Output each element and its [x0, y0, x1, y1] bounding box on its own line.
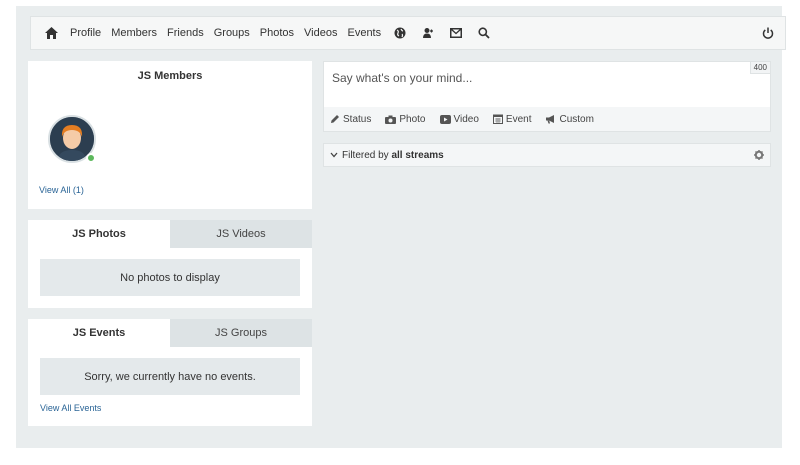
tab-photos[interactable]: JS Photos: [28, 220, 170, 248]
filter-prefix: Filtered by: [342, 149, 389, 161]
nav-friends[interactable]: Friends: [162, 17, 209, 49]
no-photos-message: No photos to display: [40, 259, 300, 296]
search-icon[interactable]: [470, 17, 498, 49]
photo-label: Photo: [399, 113, 426, 125]
play-icon: [439, 114, 451, 124]
nav-videos[interactable]: Videos: [299, 17, 342, 49]
events-groups-tabbar: JS Events JS Groups: [28, 319, 312, 347]
photos-videos-tabbar: JS Photos JS Videos: [28, 220, 312, 248]
nav-members[interactable]: Members: [106, 17, 162, 49]
chevron-down-icon: [330, 152, 338, 158]
filter-value: all streams: [391, 149, 444, 161]
page-frame: Profile Members Friends Groups Photos Vi…: [16, 6, 786, 448]
members-panel: JS Members View All (1): [28, 61, 312, 209]
friend-requests-icon[interactable]: [414, 17, 442, 49]
view-all-members-link[interactable]: View All (1): [39, 185, 84, 195]
tab-groups[interactable]: JS Groups: [170, 319, 312, 347]
status-label: Status: [343, 113, 372, 125]
calendar-icon: [492, 114, 503, 124]
status-input[interactable]: Say what's on your mind...: [332, 71, 472, 85]
video-button[interactable]: Video: [439, 113, 479, 125]
power-icon[interactable]: [753, 17, 783, 49]
status-button[interactable]: Status: [330, 114, 371, 125]
no-events-message: Sorry, we currently have no events.: [40, 358, 300, 395]
filter-label: Filtered by all streams: [342, 150, 444, 161]
megaphone-icon: [546, 115, 555, 124]
nav-groups[interactable]: Groups: [209, 17, 255, 49]
custom-label: Custom: [559, 113, 594, 125]
event-label: Event: [505, 113, 532, 125]
character-counter: 400: [749, 62, 770, 74]
photo-button[interactable]: Photo: [385, 113, 426, 125]
event-button[interactable]: Event: [492, 113, 532, 125]
status-composer: Say what's on your mind... 400 Status Ph…: [323, 61, 771, 132]
pencil-icon: [331, 115, 339, 123]
stream-filter-bar[interactable]: Filtered by all streams: [323, 143, 771, 167]
nav-events[interactable]: Events: [342, 17, 386, 49]
online-status-dot: [86, 153, 96, 163]
tab-videos[interactable]: JS Videos: [170, 220, 312, 248]
nav-profile[interactable]: Profile: [65, 17, 106, 49]
envelope-icon[interactable]: [442, 17, 470, 49]
composer-actions: Status Photo Video Event Custom: [324, 107, 770, 131]
top-navigation: Profile Members Friends Groups Photos Vi…: [30, 16, 786, 50]
photos-videos-panel: JS Photos JS Videos No photos to display: [28, 220, 312, 308]
gear-icon[interactable]: [753, 149, 765, 161]
members-title: JS Members: [137, 70, 203, 82]
globe-icon[interactable]: [386, 17, 414, 49]
nav-photos[interactable]: Photos: [255, 17, 299, 49]
home-icon[interactable]: [37, 17, 65, 49]
view-all-events-link[interactable]: View All Events: [40, 403, 101, 413]
events-groups-panel: JS Events JS Groups Sorry, we currently …: [28, 319, 312, 426]
custom-button[interactable]: Custom: [545, 113, 594, 125]
camera-icon: [385, 115, 397, 124]
tab-events[interactable]: JS Events: [28, 319, 170, 347]
video-label: Video: [453, 113, 479, 125]
